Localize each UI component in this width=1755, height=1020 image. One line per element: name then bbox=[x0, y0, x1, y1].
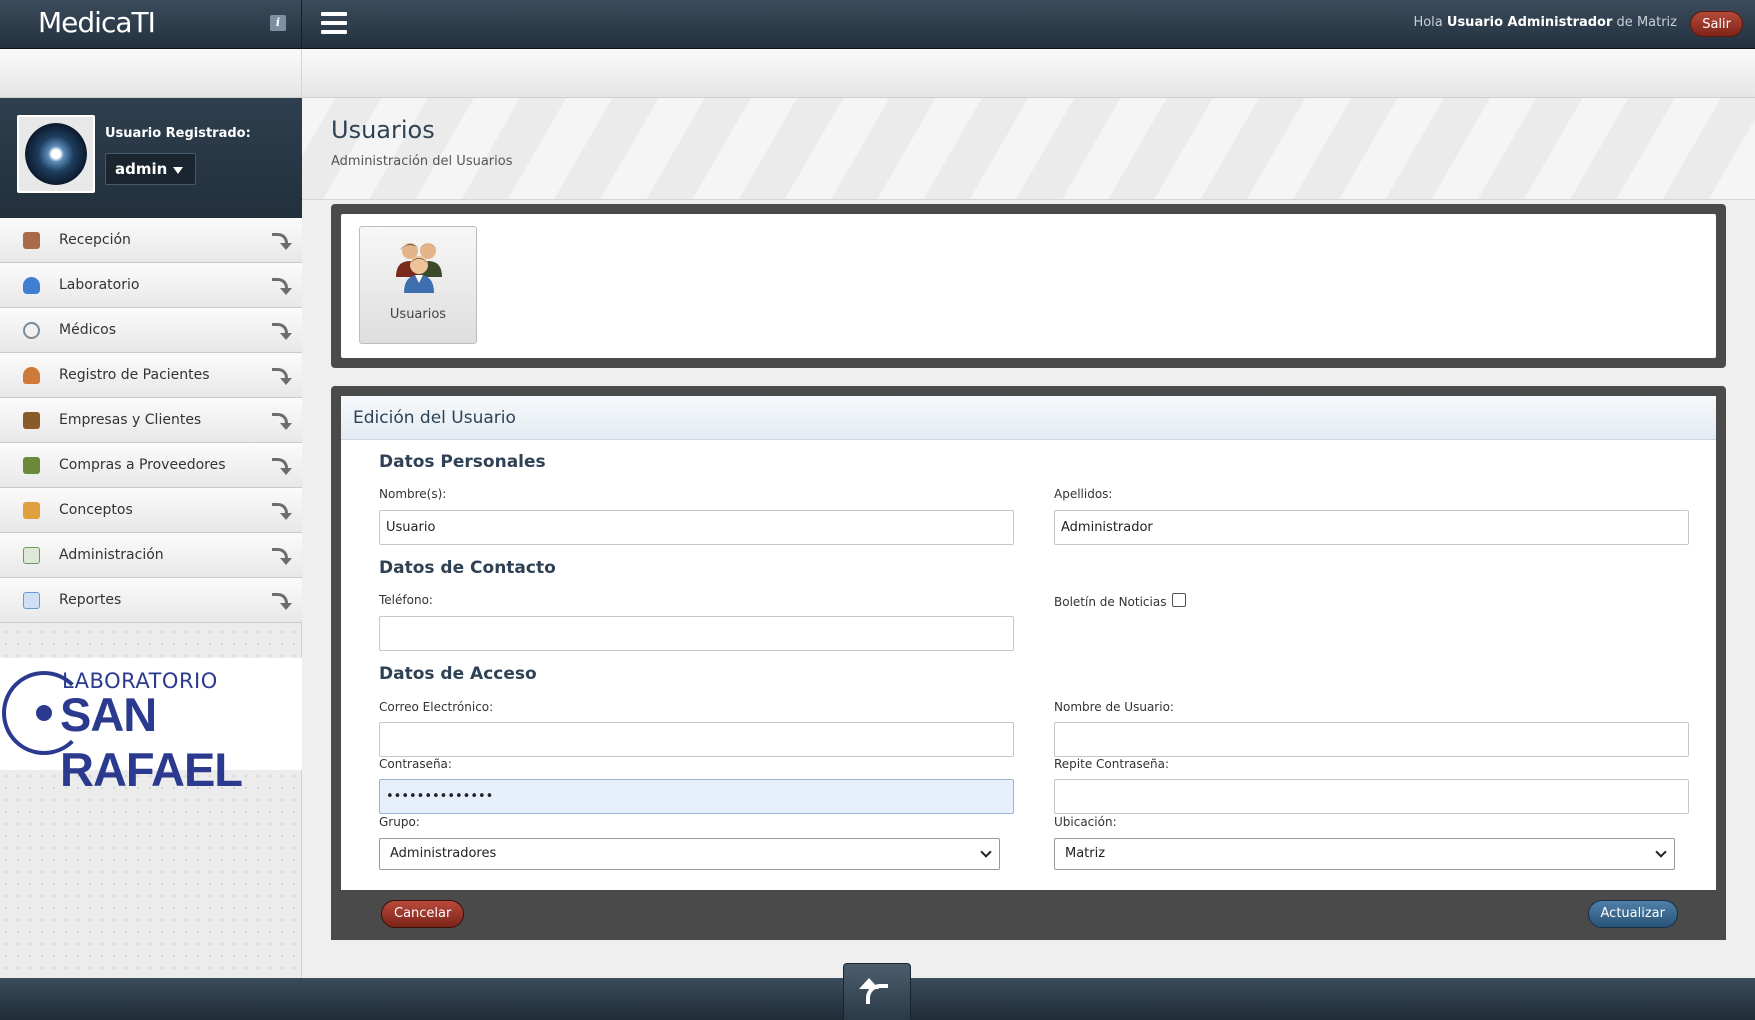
page-title: Usuarios bbox=[331, 116, 435, 144]
sofa-icon bbox=[23, 232, 40, 249]
back-to-top-button[interactable] bbox=[843, 963, 911, 1020]
form-footer: Cancelar Actualizar bbox=[331, 890, 1726, 940]
user-edit-widget: Edición del Usuario Datos Personales Nom… bbox=[331, 386, 1726, 940]
users-app-tile-label: Usuarios bbox=[389, 307, 447, 322]
sidebar-item-label: Compras a Proveedores bbox=[59, 457, 226, 473]
sidebar-item-label: Conceptos bbox=[59, 502, 133, 518]
info-icon[interactable]: i bbox=[270, 15, 286, 31]
page-header: Usuarios Administración del Usuarios bbox=[302, 98, 1755, 200]
sidebar-item-empresas-clientes[interactable]: Empresas y Clientes bbox=[0, 398, 302, 443]
arrow-turn-icon bbox=[270, 319, 292, 341]
group-select[interactable]: Administradores bbox=[379, 838, 1000, 870]
group-label: Grupo: bbox=[379, 815, 420, 829]
phone-input[interactable] bbox=[379, 616, 1014, 651]
sub-bar bbox=[0, 49, 1755, 98]
email-label: Correo Electrónico: bbox=[379, 700, 494, 714]
sidebar-item-recepcion[interactable]: Recepción bbox=[0, 218, 302, 263]
first-name-label: Nombre(s): bbox=[379, 487, 447, 501]
arrow-turn-icon bbox=[270, 229, 292, 251]
location-select[interactable]: Matriz bbox=[1054, 838, 1675, 870]
app-logo[interactable]: MedicaTI bbox=[38, 6, 156, 39]
first-name-input[interactable]: Usuario bbox=[379, 510, 1014, 545]
admin-icon bbox=[23, 547, 40, 564]
password-label: Contraseña: bbox=[379, 757, 452, 771]
sidebar-item-label: Empresas y Clientes bbox=[59, 412, 202, 428]
greeting-user-name: Usuario Administrador bbox=[1446, 15, 1613, 30]
top-bar: MedicaTI i Hola Usuario Administrador de… bbox=[0, 0, 1755, 49]
sidebar-item-medicos[interactable]: Médicos bbox=[0, 308, 302, 353]
sidebar-item-administracion[interactable]: Administración bbox=[0, 533, 302, 578]
patient-icon bbox=[23, 367, 40, 384]
sidebar-item-label: Administración bbox=[59, 547, 164, 563]
sidebar-item-laboratorio[interactable]: Laboratorio bbox=[0, 263, 302, 308]
apps-widget: Usuarios bbox=[331, 204, 1726, 368]
greeting-location: Matriz bbox=[1636, 15, 1677, 30]
brand-line-2: SAN RAFAEL bbox=[60, 688, 243, 796]
last-name-label: Apellidos: bbox=[1054, 487, 1113, 501]
report-icon bbox=[23, 592, 40, 609]
sidebar-item-reportes[interactable]: Reportes bbox=[0, 578, 302, 623]
newsletter-label: Boletín de Noticias bbox=[1054, 595, 1167, 609]
sidebar: Usuario Registrado: admin Recepción Labo… bbox=[0, 98, 302, 978]
arrow-turn-icon bbox=[270, 454, 292, 476]
arrow-turn-icon bbox=[270, 589, 292, 611]
arrow-turn-icon bbox=[270, 544, 292, 566]
last-name-input[interactable]: Administrador bbox=[1054, 510, 1689, 545]
sidebar-item-label: Laboratorio bbox=[59, 277, 140, 293]
phone-label: Teléfono: bbox=[379, 593, 433, 607]
arrow-turn-icon bbox=[270, 499, 292, 521]
brand-area: MedicaTI i bbox=[0, 0, 302, 49]
supplier-icon bbox=[23, 457, 40, 474]
building-icon bbox=[23, 412, 40, 429]
box-icon bbox=[23, 502, 40, 519]
avatar bbox=[17, 115, 95, 193]
stethoscope-icon bbox=[23, 322, 40, 339]
sidebar-item-label: Recepción bbox=[59, 232, 131, 248]
sidebar-item-conceptos[interactable]: Conceptos bbox=[0, 488, 302, 533]
registered-user-label: Usuario Registrado: bbox=[105, 126, 251, 141]
lab-brand-logo: LABORATORIO SAN RAFAEL bbox=[0, 658, 302, 796]
section-contact-title: Datos de Contacto bbox=[379, 558, 556, 578]
cancel-button[interactable]: Cancelar bbox=[381, 900, 465, 928]
sidebar-item-label: Médicos bbox=[59, 322, 117, 338]
page-subtitle: Administración del Usuarios bbox=[331, 154, 513, 169]
users-group-icon bbox=[396, 243, 442, 293]
logout-button[interactable]: Salir bbox=[1690, 11, 1743, 37]
chevron-down-icon bbox=[980, 846, 992, 858]
user-dropdown[interactable]: admin bbox=[105, 153, 196, 185]
sidebar-nav: Recepción Laboratorio Médicos Registro d… bbox=[0, 218, 302, 623]
location-label: Ubicación: bbox=[1054, 815, 1117, 829]
password-repeat-input[interactable] bbox=[1054, 779, 1689, 814]
sidebar-item-compras-proveedores[interactable]: Compras a Proveedores bbox=[0, 443, 302, 488]
user-panel: Usuario Registrado: admin bbox=[0, 98, 302, 218]
greeting-mid: de bbox=[1616, 15, 1633, 30]
greeting-prefix: Hola bbox=[1413, 15, 1443, 30]
section-personal-title: Datos Personales bbox=[379, 452, 546, 472]
email-input[interactable] bbox=[379, 722, 1014, 757]
newsletter-checkbox[interactable] bbox=[1172, 593, 1186, 607]
arrow-turn-icon bbox=[270, 409, 292, 431]
sidebar-item-label: Reportes bbox=[59, 592, 122, 608]
arrow-turn-icon bbox=[270, 364, 292, 386]
sidebar-item-label: Registro de Pacientes bbox=[59, 367, 210, 383]
sidebar-item-registro-pacientes[interactable]: Registro de Pacientes bbox=[0, 353, 302, 398]
group-select-value: Administradores bbox=[390, 846, 497, 861]
location-select-value: Matriz bbox=[1065, 846, 1106, 861]
update-button[interactable]: Actualizar bbox=[1587, 900, 1678, 928]
username-label: Nombre de Usuario: bbox=[1054, 700, 1174, 714]
flask-icon bbox=[23, 277, 40, 294]
hamburger-menu-icon[interactable] bbox=[321, 12, 347, 34]
user-dropdown-value: admin bbox=[115, 160, 168, 178]
password-input[interactable]: •••••••••••••• bbox=[379, 779, 1014, 814]
form-title: Edición del Usuario bbox=[341, 396, 1716, 440]
password-repeat-label: Repite Contraseña: bbox=[1054, 757, 1169, 771]
section-access-title: Datos de Acceso bbox=[379, 664, 537, 684]
user-greeting: Hola Usuario Administrador de Matriz bbox=[1413, 15, 1677, 30]
users-app-tile[interactable]: Usuarios bbox=[359, 226, 477, 344]
caret-down-icon bbox=[173, 167, 183, 174]
username-input[interactable] bbox=[1054, 722, 1689, 757]
arrow-turn-icon bbox=[270, 274, 292, 296]
chevron-down-icon bbox=[1655, 846, 1667, 858]
arrow-up-head-icon bbox=[859, 978, 879, 989]
